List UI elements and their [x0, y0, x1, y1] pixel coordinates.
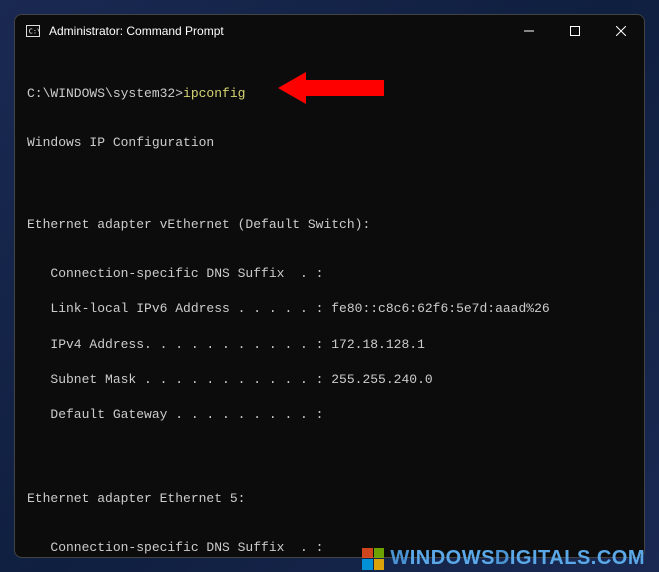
output-line: Default Gateway . . . . . . . . . :	[27, 406, 632, 424]
watermark-text: WINDOWSDIGITALS.COM	[390, 547, 645, 570]
prompt-command: ipconfig	[183, 86, 245, 101]
ip-config-header: Windows IP Configuration	[27, 134, 632, 152]
output-line: Link-local IPv6 Address . . . . . : fe80…	[27, 300, 632, 318]
minimize-button[interactable]	[506, 15, 552, 47]
output-line: Connection-specific DNS Suffix . :	[27, 265, 632, 283]
adapter-block: Ethernet adapter Ethernet 5: Connection-…	[27, 458, 632, 557]
cmd-icon: C:\	[25, 23, 41, 39]
maximize-button[interactable]	[552, 15, 598, 47]
windows-logo-icon	[362, 548, 384, 570]
output-line: Subnet Mask . . . . . . . . . . . : 255.…	[27, 371, 632, 389]
adapter-name: Ethernet adapter vEthernet (Default Swit…	[27, 216, 632, 234]
adapter-name: Ethernet adapter Ethernet 5:	[27, 490, 632, 508]
window-title: Administrator: Command Prompt	[49, 24, 506, 38]
prompt-line: C:\WINDOWS\system32>ipconfig	[27, 85, 632, 103]
watermark: WINDOWSDIGITALS.COM	[362, 547, 645, 570]
close-button[interactable]	[598, 15, 644, 47]
prompt-path: C:\WINDOWS\system32>	[27, 86, 183, 101]
terminal-output[interactable]: C:\WINDOWS\system32>ipconfig Windows IP …	[15, 47, 644, 557]
titlebar[interactable]: C:\ Administrator: Command Prompt	[15, 15, 644, 47]
window-controls	[506, 15, 644, 47]
adapter-block: Ethernet adapter vEthernet (Default Swit…	[27, 185, 632, 441]
svg-text:C:\: C:\	[29, 28, 40, 36]
command-prompt-window: C:\ Administrator: Command Prompt C:\WIN…	[14, 14, 645, 558]
output-line: IPv4 Address. . . . . . . . . . . : 172.…	[27, 336, 632, 354]
